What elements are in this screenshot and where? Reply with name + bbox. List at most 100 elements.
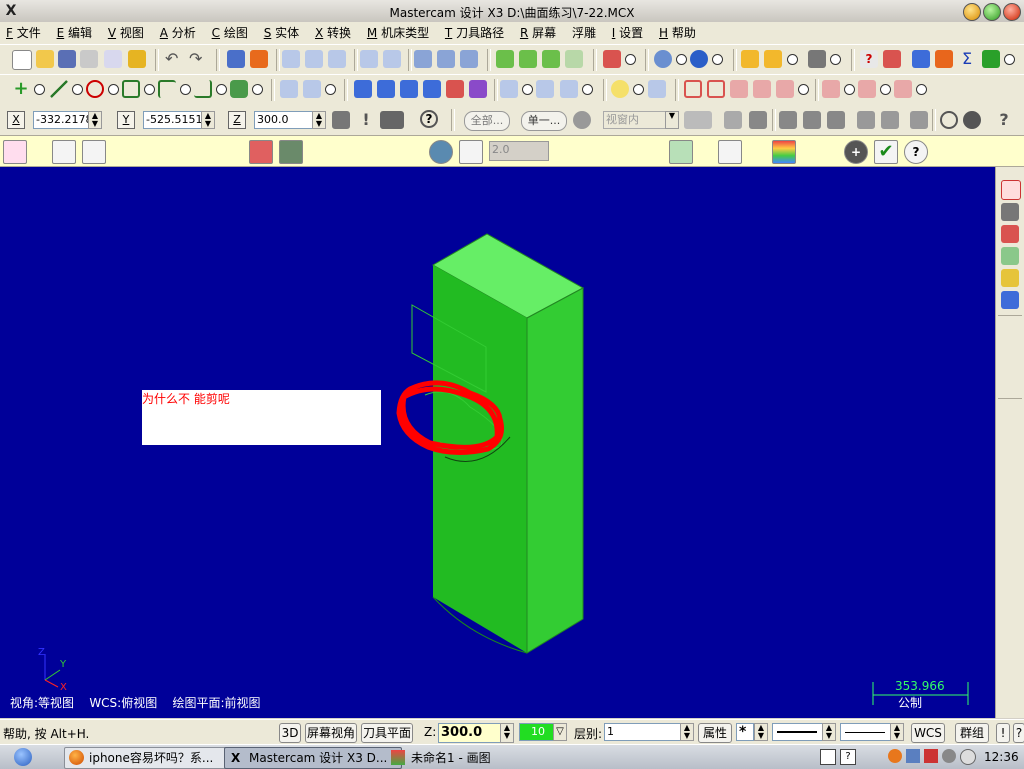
level-spinner[interactable]: ▲ ▼ [680, 723, 694, 741]
menu-machine-type[interactable]: M 机床类型 [361, 22, 435, 44]
exclaim-button[interactable]: ! [996, 723, 1010, 743]
taskbar-item-paint[interactable]: 未命名1 - 画图 [386, 747, 552, 769]
solid-edge-icon-2[interactable] [881, 111, 899, 129]
shaded-cube-icon[interactable] [542, 50, 560, 68]
ribbon-ok-icon[interactable]: ✔ [874, 140, 898, 164]
line-style-spinner[interactable]: ▲ ▼ [822, 723, 836, 741]
point-style-spinner[interactable]: ▲ ▼ [754, 723, 768, 741]
right-cube-red-icon[interactable] [1001, 225, 1019, 243]
menu-xform[interactable]: X 转换 [309, 22, 357, 44]
solid-edge-icon-1[interactable] [857, 111, 875, 129]
ribbon-box-icon[interactable] [459, 140, 483, 164]
wrench-icon[interactable] [808, 50, 826, 68]
pan-icon[interactable] [227, 50, 245, 68]
y-coord-field[interactable]: -525.5151 [143, 111, 203, 129]
array-icon[interactable] [536, 80, 554, 98]
spline-dropdown[interactable] [180, 84, 191, 95]
menu-toolpaths[interactable]: T 刀具路径 [439, 22, 510, 44]
menu-analyze[interactable]: A 分析 [154, 22, 202, 44]
ribbon-layers-icon[interactable] [279, 140, 303, 164]
xform-icon-5[interactable] [446, 80, 464, 98]
toolpath-icon-3[interactable] [935, 50, 953, 68]
ribbon-value-field[interactable]: 2.0 [489, 141, 549, 161]
ribbon-target-icon[interactable] [3, 140, 27, 164]
circle-dropdown[interactable] [108, 84, 119, 95]
menu-view[interactable]: V 视图 [102, 22, 150, 44]
view-dropdown[interactable] [625, 54, 636, 65]
sigma-icon[interactable]: Σ [958, 50, 976, 68]
xform-icon-1[interactable] [354, 80, 372, 98]
surface-dropdown-4[interactable] [916, 84, 927, 95]
hidden-line-cube-icon[interactable] [519, 50, 537, 68]
solid-dropdown[interactable] [252, 84, 263, 95]
tray-shield-icon[interactable] [924, 749, 938, 763]
exclaim-icon[interactable]: ! [357, 111, 375, 129]
mirror-dropdown[interactable] [522, 84, 533, 95]
color-field[interactable]: 10 [519, 723, 555, 741]
tray-help-icon[interactable]: ? [840, 749, 856, 765]
view-cube-icon[interactable] [603, 50, 621, 68]
xform-icon-3[interactable] [400, 80, 418, 98]
zoom-fit-icon[interactable] [282, 50, 300, 68]
mirror-icon[interactable] [500, 80, 518, 98]
toolpath-icon-4[interactable] [982, 50, 1000, 68]
fillet-dropdown[interactable] [144, 84, 155, 95]
xform-icon-4[interactable] [423, 80, 441, 98]
tray-clock-icon[interactable] [960, 749, 976, 765]
surface-icon-4[interactable] [822, 80, 840, 98]
triangle-dropdown[interactable] [582, 84, 593, 95]
ribbon-cube-icon[interactable] [718, 140, 742, 164]
minimize-button[interactable] [963, 3, 981, 21]
z-coord-label[interactable]: Z [228, 111, 246, 129]
ribbon-check-red-icon[interactable] [249, 140, 273, 164]
point-style-field[interactable]: * [736, 723, 754, 741]
wireframe-cube-icon[interactable] [496, 50, 514, 68]
zoom-out-icon[interactable] [360, 50, 378, 68]
status-help-button[interactable]: ? [1013, 723, 1024, 743]
shade-icon-3[interactable] [460, 50, 478, 68]
menu-help[interactable]: H 帮助 [653, 22, 702, 44]
ribbon-help-icon[interactable]: ? [904, 140, 928, 164]
sphere-icon[interactable] [690, 50, 708, 68]
lightbulb-icon[interactable] [611, 80, 629, 98]
right-cube-green-icon[interactable] [1001, 247, 1019, 265]
analyze-icon[interactable] [648, 80, 666, 98]
selection-arrow-icon[interactable] [684, 111, 712, 129]
fillet-icon[interactable] [122, 80, 140, 98]
level-field[interactable]: 1 [604, 723, 682, 741]
autocursor-icon[interactable] [380, 111, 404, 129]
surface-dropdown-2[interactable] [844, 84, 855, 95]
graphics-viewport[interactable]: 为什么不 能剪呢 Z Y X 视角:等视图 WCS:俯视图 绘图平面:前视图 3… [0, 167, 995, 718]
trim-dropdown[interactable] [325, 84, 336, 95]
outline-cube-icon[interactable] [565, 50, 583, 68]
line-style-field[interactable] [772, 723, 826, 741]
break-icon[interactable] [303, 80, 321, 98]
screen-view-button[interactable]: 屏幕视角 [305, 723, 357, 743]
pencil-icon[interactable] [741, 50, 759, 68]
xform-icon-6[interactable] [469, 80, 487, 98]
wrench-dropdown[interactable] [830, 54, 841, 65]
circle-icon[interactable] [86, 80, 104, 98]
y-coord-label[interactable]: Y [117, 111, 135, 129]
save-icon[interactable] [58, 50, 76, 68]
right-target-icon[interactable] [1001, 180, 1021, 200]
surface-icon-1[interactable] [730, 80, 748, 98]
color-dropdown[interactable]: ▽ [553, 723, 567, 741]
solid-face-icon-2[interactable] [803, 111, 821, 129]
group-button[interactable]: 群组 [955, 723, 989, 743]
x-coord-field[interactable]: -332.2178 [33, 111, 92, 129]
surface-dropdown-3[interactable] [880, 84, 891, 95]
select-single-button[interactable]: 单一... [521, 111, 567, 131]
ribbon-sphere-icon[interactable] [429, 140, 453, 164]
x-coord-spinner[interactable]: ▲ ▼ [88, 111, 102, 129]
toolpath-dropdown[interactable] [1004, 54, 1015, 65]
line-width-spinner[interactable]: ▲ ▼ [890, 723, 904, 741]
polyline-dropdown[interactable] [216, 84, 227, 95]
right-toolpath-icon[interactable] [1001, 291, 1019, 309]
line-dropdown[interactable] [72, 84, 83, 95]
toolpath-icon-1[interactable] [883, 50, 901, 68]
maximize-button[interactable] [983, 3, 1001, 21]
triangle-icon[interactable] [560, 80, 578, 98]
z-depth-spinner[interactable]: ▲ ▼ [500, 723, 514, 743]
undo-icon[interactable]: ↶ [165, 50, 183, 68]
